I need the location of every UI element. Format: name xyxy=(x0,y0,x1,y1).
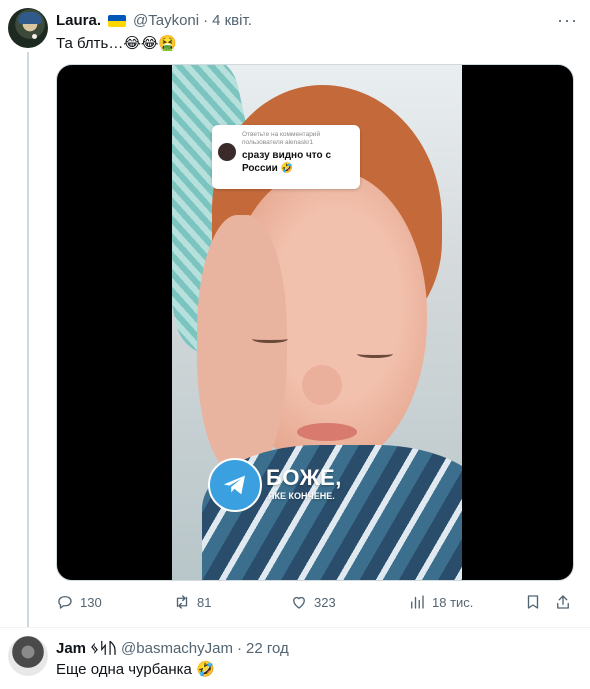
author-name[interactable]: Laura. xyxy=(56,12,101,29)
repost-icon xyxy=(176,595,188,609)
timestamp[interactable]: 4 квіт. xyxy=(212,12,252,29)
commenter-avatar xyxy=(218,143,236,161)
bookmark-button[interactable] xyxy=(524,593,542,611)
bookmark-icon xyxy=(527,595,539,609)
repost-count: 81 xyxy=(197,594,212,610)
comment-text: сразу видно что с России 🤣 xyxy=(242,150,332,174)
tweet-jam[interactable]: Jam ᛃᛋᚢ @basmachyJam · 22 год Еще одна ч… xyxy=(0,628,590,689)
like-count: 323 xyxy=(314,594,336,610)
author-name-suffix: ᛃᛋᚢ xyxy=(90,640,118,657)
views-count: 18 тис. xyxy=(432,594,474,610)
like-button[interactable]: 323 xyxy=(290,593,336,611)
like-icon xyxy=(293,596,305,609)
tweet-header: Laura. @Taykoni · 4 квіт. xyxy=(56,12,252,29)
reply-count: 130 xyxy=(80,594,102,610)
nose xyxy=(302,365,342,405)
avatar-pearl xyxy=(32,34,37,39)
author-name[interactable]: Jam xyxy=(56,640,86,657)
avatar[interactable] xyxy=(8,8,48,48)
video-frame: Ответьте на комментарий пользователя ale… xyxy=(172,65,462,580)
share-icon xyxy=(557,595,569,609)
cheek xyxy=(197,215,287,475)
author-handle[interactable]: @Taykoni xyxy=(133,12,199,29)
telegram-icon xyxy=(208,458,262,512)
avatar-scarf xyxy=(18,12,42,24)
timestamp[interactable]: 22 год xyxy=(246,640,289,657)
reply-icon xyxy=(58,596,72,609)
video-media[interactable]: Ответьте на комментарий пользователя ale… xyxy=(56,64,574,581)
reply-button[interactable]: 130 xyxy=(56,593,102,611)
more-icon[interactable]: ··· xyxy=(557,10,578,31)
repost-button[interactable]: 81 xyxy=(173,593,211,611)
thread-line xyxy=(27,52,29,627)
author-handle[interactable]: @basmachyJam xyxy=(121,640,233,657)
watermark-title: БОЖЕ, xyxy=(266,465,342,490)
eye-right xyxy=(357,350,393,358)
watermark-subtitle: ЯКЕ КОНЧЕНЕ. xyxy=(268,491,335,501)
comment-reply-bubble: Ответьте на комментарий пользователя ale… xyxy=(212,125,360,189)
tweet-actions: 130 81 323 18 тис. xyxy=(56,593,574,617)
separator: · xyxy=(236,640,242,657)
share-button[interactable] xyxy=(554,593,572,611)
tweet-text: Еще одна чурбанка 🤣 xyxy=(56,661,215,678)
comment-label: Ответьте на комментарий пользователя ale… xyxy=(242,131,321,146)
tweet-text: Та блть…😂😂🤮 xyxy=(56,35,178,52)
views-icon xyxy=(411,595,424,609)
separator: · xyxy=(203,12,209,29)
tweet-laura[interactable]: Laura. @Taykoni · 4 квіт. ··· Та блть…😂😂… xyxy=(0,0,590,630)
views-button[interactable]: 18 тис. xyxy=(408,593,473,611)
mouth xyxy=(297,423,357,441)
tweet-header: Jam ᛃᛋᚢ @basmachyJam · 22 год xyxy=(56,640,289,657)
ukraine-flag-icon xyxy=(108,14,127,27)
avatar[interactable] xyxy=(8,636,48,676)
eye-left xyxy=(252,335,288,343)
